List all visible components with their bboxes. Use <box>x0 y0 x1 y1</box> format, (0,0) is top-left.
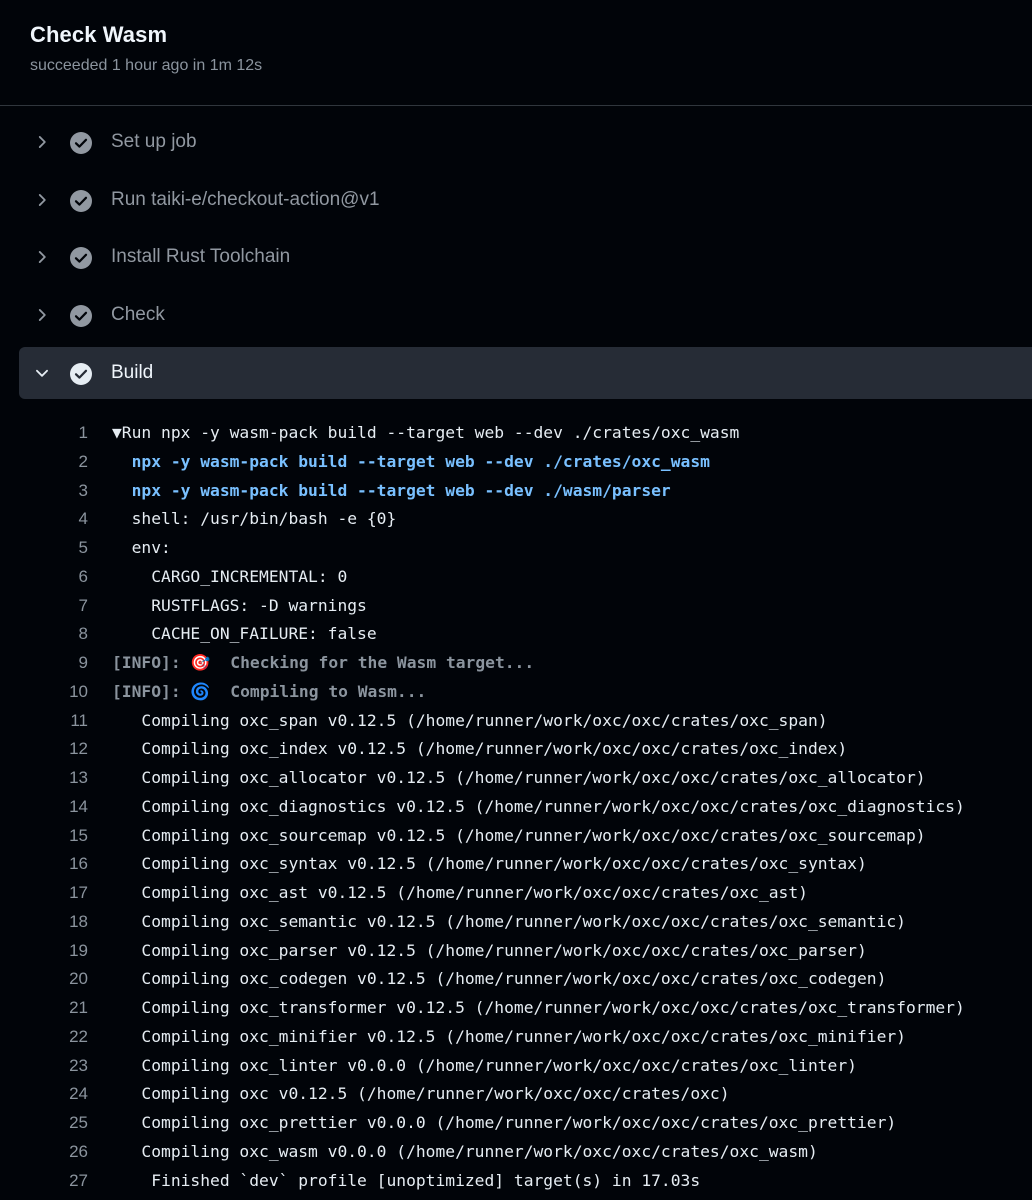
log-text: Compiling oxc_diagnostics v0.12.5 (/home… <box>112 797 965 816</box>
line-number[interactable]: 1 <box>40 418 88 447</box>
log-text: CARGO_INCREMENTAL: 0 <box>112 567 348 586</box>
log-text: env: <box>112 538 171 557</box>
log-text: CACHE_ON_FAILURE: false <box>112 624 377 643</box>
log-line: 5 env: <box>0 533 1032 562</box>
log-line: 2 npx -y wasm-pack build --target web --… <box>0 447 1032 476</box>
log-text: Compiling oxc_span v0.12.5 (/home/runner… <box>112 711 828 730</box>
log-text: Compiling oxc_allocator v0.12.5 (/home/r… <box>112 768 926 787</box>
step-row[interactable]: Install Rust Toolchain <box>19 231 1032 283</box>
log-text: Compiling oxc_transformer v0.12.5 (/home… <box>112 998 965 1017</box>
line-number[interactable]: 8 <box>40 619 88 648</box>
line-number[interactable]: 17 <box>40 878 88 907</box>
line-number[interactable]: 15 <box>40 821 88 850</box>
log-text: Compiling oxc_sourcemap v0.12.5 (/home/r… <box>112 826 926 845</box>
line-number[interactable]: 9 <box>40 648 88 677</box>
step-label: Check <box>111 304 165 325</box>
log-text: Finished `dev` profile [unoptimized] tar… <box>112 1171 701 1190</box>
log-line: 3 npx -y wasm-pack build --target web --… <box>0 476 1032 505</box>
log-text: Compiling oxc_codegen v0.12.5 (/home/run… <box>112 969 887 988</box>
step-label: Run taiki-e/checkout-action@v1 <box>111 189 380 210</box>
step-row[interactable]: Set up job <box>19 116 1032 168</box>
workflow-job-page: Check Wasm succeeded 1 hour ago in 1m 12… <box>0 0 1032 1200</box>
line-number[interactable]: 5 <box>40 533 88 562</box>
line-number[interactable]: 6 <box>40 562 88 591</box>
log-line: 18 Compiling oxc_semantic v0.12.5 (/home… <box>0 907 1032 936</box>
step-row[interactable]: Check <box>19 289 1032 341</box>
log-line: 25 Compiling oxc_prettier v0.0.0 (/home/… <box>0 1108 1032 1137</box>
line-number[interactable]: 10 <box>40 677 88 706</box>
job-status: succeeded 1 hour ago in 1m 12s <box>30 57 263 74</box>
log-text: Compiling oxc_minifier v0.12.5 (/home/ru… <box>112 1027 906 1046</box>
log-line: 24 Compiling oxc v0.12.5 (/home/runner/w… <box>0 1079 1032 1108</box>
log-line: 17 Compiling oxc_ast v0.12.5 (/home/runn… <box>0 878 1032 907</box>
log-line: 20 Compiling oxc_codegen v0.12.5 (/home/… <box>0 964 1032 993</box>
log-line: 9 [INFO]: 🎯 Checking for the Wasm target.… <box>0 648 1032 677</box>
step-label: Install Rust Toolchain <box>111 246 291 267</box>
log-line: 4 shell: /usr/bin/bash -e {0} <box>0 504 1032 533</box>
line-number[interactable]: 3 <box>40 476 88 505</box>
log-text: shell: /usr/bin/bash -e {0} <box>112 509 397 528</box>
log-text: Compiling oxc_parser v0.12.5 (/home/runn… <box>112 941 867 960</box>
log-line: 7 RUSTFLAGS: -D warnings <box>0 591 1032 620</box>
line-number[interactable]: 22 <box>40 1022 88 1051</box>
line-number[interactable]: 16 <box>40 849 88 878</box>
log-text: Compiling oxc_ast v0.12.5 (/home/runner/… <box>112 883 808 902</box>
log-line: 23 Compiling oxc_linter v0.0.0 (/home/ru… <box>0 1051 1032 1080</box>
log-line: 14 Compiling oxc_diagnostics v0.12.5 (/h… <box>0 792 1032 821</box>
log-text: Compiling oxc_semantic v0.12.5 (/home/ru… <box>112 912 906 931</box>
log-line: 27 Finished `dev` profile [unoptimized] … <box>0 1166 1032 1195</box>
log-line: 26 Compiling oxc_wasm v0.0.0 (/home/runn… <box>0 1137 1032 1166</box>
log-text: npx -y wasm-pack build --target web --de… <box>112 452 710 471</box>
line-number[interactable]: 13 <box>40 763 88 792</box>
log-line: 11 Compiling oxc_span v0.12.5 (/home/run… <box>0 706 1032 735</box>
log-group-toggle[interactable]: ▼Run npx -y wasm-pack build --target web… <box>112 418 739 447</box>
line-number[interactable]: 25 <box>40 1108 88 1137</box>
line-number[interactable]: 4 <box>40 504 88 533</box>
line-number[interactable]: 14 <box>40 792 88 821</box>
log-text: Compiling oxc_linter v0.0.0 (/home/runne… <box>112 1056 857 1075</box>
log-line: 22 Compiling oxc_minifier v0.12.5 (/home… <box>0 1022 1032 1051</box>
log-line: 6 CARGO_INCREMENTAL: 0 <box>0 562 1032 591</box>
line-number[interactable]: 11 <box>40 706 88 735</box>
log-text: RUSTFLAGS: -D warnings <box>112 596 367 615</box>
step-row[interactable]: Build <box>19 347 1032 399</box>
log-line: 10 [INFO]: 🌀 Compiling to Wasm... <box>0 677 1032 706</box>
log-line: 13 Compiling oxc_allocator v0.12.5 (/hom… <box>0 763 1032 792</box>
job-header: Check Wasm succeeded 1 hour ago in 1m 12… <box>0 0 1032 106</box>
line-number[interactable]: 21 <box>40 993 88 1022</box>
step-label: Build <box>111 362 154 383</box>
step-label: Set up job <box>111 131 197 152</box>
log-line: 12 Compiling oxc_index v0.12.5 (/home/ru… <box>0 734 1032 763</box>
log-text: npx -y wasm-pack build --target web --de… <box>112 481 671 500</box>
log-text: Compiling oxc_syntax v0.12.5 (/home/runn… <box>112 854 867 873</box>
line-number[interactable]: 23 <box>40 1051 88 1080</box>
log-text: [INFO]: 🎯 Checking for the Wasm target..… <box>112 653 535 672</box>
log-line: 21 Compiling oxc_transformer v0.12.5 (/h… <box>0 993 1032 1022</box>
log-text: Compiling oxc_prettier v0.0.0 (/home/run… <box>112 1113 897 1132</box>
line-number[interactable]: 18 <box>40 907 88 936</box>
log-text: Compiling oxc v0.12.5 (/home/runner/work… <box>112 1084 730 1103</box>
log-line: 8 CACHE_ON_FAILURE: false <box>0 619 1032 648</box>
line-number[interactable]: 26 <box>40 1137 88 1166</box>
log-text: [INFO]: 🌀 Compiling to Wasm... <box>112 682 427 701</box>
line-number[interactable]: 7 <box>40 591 88 620</box>
line-number[interactable]: 24 <box>40 1079 88 1108</box>
log-line: 16 Compiling oxc_syntax v0.12.5 (/home/r… <box>0 849 1032 878</box>
log-text: Compiling oxc_wasm v0.0.0 (/home/runner/… <box>112 1142 818 1161</box>
log-line: 1 ▼Run npx -y wasm-pack build --target we… <box>0 418 1032 447</box>
line-number[interactable]: 27 <box>40 1166 88 1195</box>
log-line: 19 Compiling oxc_parser v0.12.5 (/home/r… <box>0 936 1032 965</box>
line-number[interactable]: 2 <box>40 447 88 476</box>
step-row[interactable]: Run taiki-e/checkout-action@v1 <box>19 174 1032 226</box>
job-title: Check Wasm <box>30 22 168 47</box>
line-number[interactable]: 19 <box>40 936 88 965</box>
log-line: 15 Compiling oxc_sourcemap v0.12.5 (/hom… <box>0 821 1032 850</box>
line-number[interactable]: 20 <box>40 964 88 993</box>
log-text: Compiling oxc_index v0.12.5 (/home/runne… <box>112 739 848 758</box>
line-number[interactable]: 12 <box>40 734 88 763</box>
